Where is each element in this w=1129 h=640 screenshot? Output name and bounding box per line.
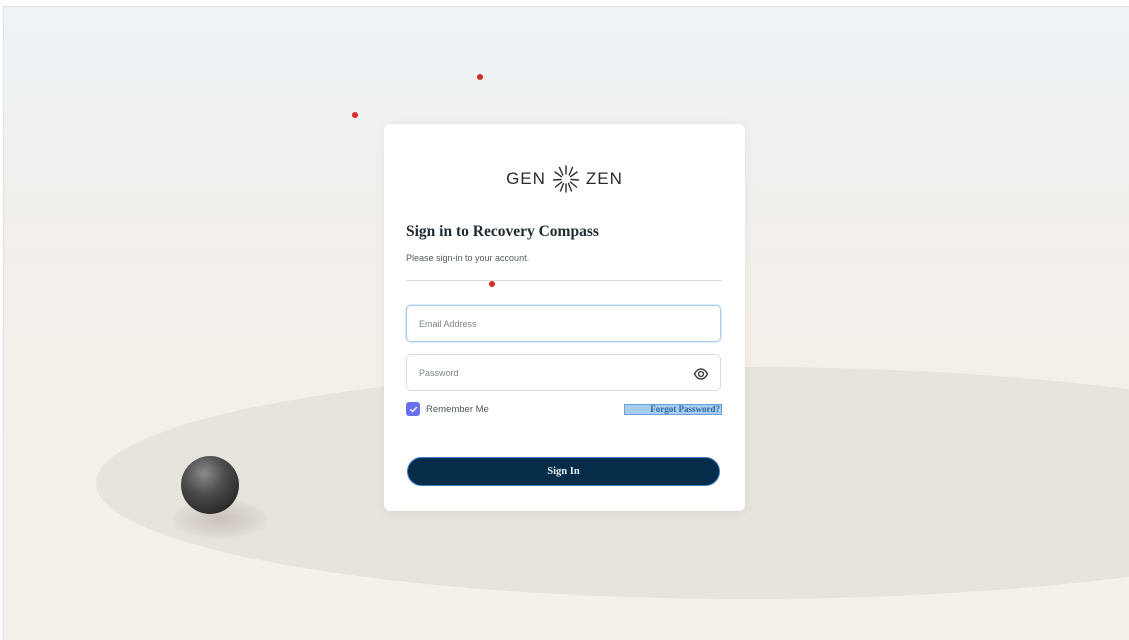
remember-checkbox[interactable] bbox=[406, 402, 420, 416]
logo-text-right: ZEN bbox=[585, 169, 623, 188]
check-icon bbox=[409, 406, 417, 412]
page-title: Sign in to Recovery Compass bbox=[406, 223, 599, 240]
email-input[interactable] bbox=[419, 306, 689, 341]
divider bbox=[406, 280, 722, 281]
forgot-password-link[interactable]: Forgot Password? bbox=[624, 404, 722, 415]
brand-logo: GEN ZEN bbox=[384, 164, 745, 194]
decorative-sphere bbox=[181, 456, 239, 514]
remember-label: Remember Me bbox=[426, 403, 489, 415]
password-input[interactable] bbox=[419, 355, 689, 390]
login-card: GEN ZEN Sign in to Recovery Compass Plea… bbox=[384, 124, 745, 511]
sunburst-icon bbox=[552, 165, 580, 193]
marker-dot bbox=[477, 74, 483, 80]
email-field[interactable] bbox=[406, 305, 721, 342]
remember-me[interactable]: Remember Me bbox=[406, 402, 489, 416]
marker-dot bbox=[352, 112, 358, 118]
page-subtitle: Please sign-in to your account. bbox=[406, 253, 530, 263]
marker-dot bbox=[489, 281, 495, 287]
password-field[interactable] bbox=[406, 354, 721, 391]
sign-in-button[interactable]: Sign In bbox=[407, 457, 720, 486]
logo-text-left: GEN bbox=[506, 169, 546, 188]
eye-icon[interactable] bbox=[693, 366, 709, 382]
